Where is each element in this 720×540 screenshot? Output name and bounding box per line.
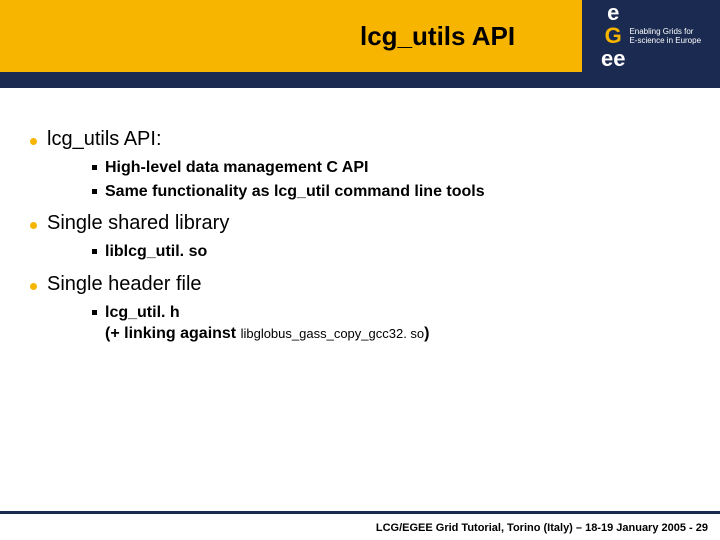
bullet-1-text: lcg_utils API: xyxy=(47,128,162,151)
egee-logo: e G ee Enabling Grids for E-science in E… xyxy=(582,0,720,72)
square-icon xyxy=(92,189,97,194)
footer-divider xyxy=(0,511,720,514)
bullet-3-text: Single header file xyxy=(47,273,202,296)
sub-3-1-prefix: (+ linking against xyxy=(105,325,241,342)
bullet-3-subs: lcg_util. h (+ linking against libglobus… xyxy=(92,302,700,345)
bullet-2-subs: liblcg_util. so xyxy=(92,241,700,263)
bullet-1-subs: High-level data management C API Same fu… xyxy=(92,157,700,202)
sub-3-1-line1: lcg_util. h xyxy=(105,304,180,321)
logo-g-icon: G xyxy=(605,25,622,47)
tagline-2: E-science in Europe xyxy=(629,36,701,45)
logo-ee-icon: ee xyxy=(601,48,625,70)
bullet-2: Single shared library xyxy=(30,212,700,235)
list-item: liblcg_util. so xyxy=(92,241,700,263)
bullet-2-text: Single shared library xyxy=(47,212,229,235)
slide-header: lcg_utils API e G ee Enabling Grids for … xyxy=(0,0,720,72)
logo-tagline: Enabling Grids for E-science in Europe xyxy=(629,27,701,45)
list-item: Same functionality as lcg_util command l… xyxy=(92,181,700,203)
logo-graphic: e G ee xyxy=(601,2,625,70)
title-area: lcg_utils API xyxy=(200,0,582,72)
bullet-dot-icon xyxy=(30,283,37,290)
sub-3-1: lcg_util. h (+ linking against libglobus… xyxy=(105,302,429,345)
slide-title: lcg_utils API xyxy=(360,21,515,52)
header-underline xyxy=(0,72,720,88)
square-icon xyxy=(92,165,97,170)
logo-e-icon: e xyxy=(607,2,619,24)
square-icon xyxy=(92,249,97,254)
slide-body: lcg_utils API: High-level data managemen… xyxy=(0,88,720,345)
sub-3-1-suffix: ) xyxy=(424,325,429,342)
sub-2-1: liblcg_util. so xyxy=(105,241,207,263)
bullet-1: lcg_utils API: xyxy=(30,128,700,151)
tagline-1: Enabling Grids for xyxy=(629,27,693,36)
bullet-dot-icon xyxy=(30,222,37,229)
sub-1-1: High-level data management C API xyxy=(105,157,368,179)
list-item: lcg_util. h (+ linking against libglobus… xyxy=(92,302,700,345)
list-item: High-level data management C API xyxy=(92,157,700,179)
square-icon xyxy=(92,310,97,315)
header-accent xyxy=(0,0,200,72)
slide-footer: LCG/EGEE Grid Tutorial, Torino (Italy) –… xyxy=(376,522,708,534)
bullet-dot-icon xyxy=(30,138,37,145)
sub-3-1-code: libglobus_gass_copy_gcc32. so xyxy=(241,326,425,341)
bullet-3: Single header file xyxy=(30,273,700,296)
sub-1-2: Same functionality as lcg_util command l… xyxy=(105,181,485,203)
